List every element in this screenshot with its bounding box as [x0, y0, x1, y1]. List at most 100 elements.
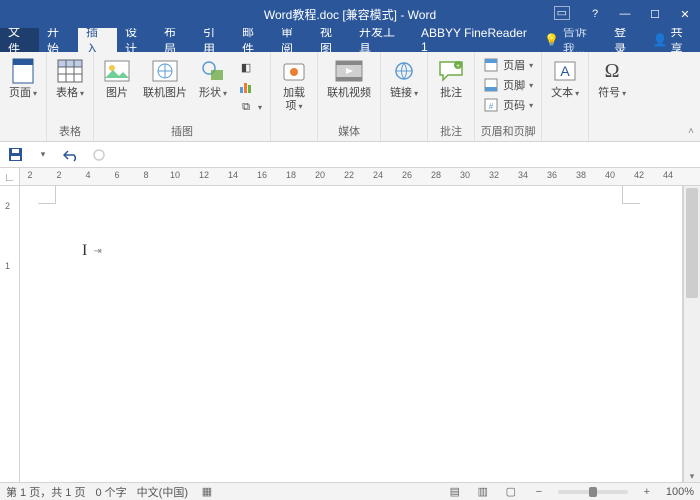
tab-view[interactable]: 视图 [312, 28, 351, 52]
status-words[interactable]: 0 个字 [95, 484, 126, 500]
header-label: 页眉 [503, 57, 525, 73]
ruler-tick: 2 [56, 170, 61, 180]
group-label: 媒体 [322, 122, 376, 141]
ruler-tick: 28 [431, 170, 441, 180]
ruler-tick: 32 [489, 170, 499, 180]
ruler-tick: 2 [27, 170, 32, 180]
zoom-out-button[interactable]: − [530, 486, 548, 498]
undo-button[interactable] [62, 146, 80, 164]
help-icon[interactable]: ? [580, 0, 610, 28]
symbols-button[interactable]: Ω 符号 [593, 54, 631, 100]
group-tables: 表格 表格 [47, 52, 94, 141]
zoom-slider[interactable] [558, 490, 628, 494]
status-macro-icon[interactable]: ▦ [198, 485, 216, 498]
table-button[interactable]: 表格 [51, 54, 89, 100]
link-icon [390, 57, 418, 85]
zoom-knob[interactable] [589, 487, 597, 497]
smartart-button[interactable]: ◧ [234, 58, 266, 76]
tab-mailings[interactable]: 邮件 [234, 28, 273, 52]
online-picture-icon [151, 57, 179, 85]
tell-me[interactable]: 💡告诉我... [544, 28, 606, 52]
scroll-thumb[interactable] [686, 188, 698, 298]
tab-design[interactable]: 设计 [117, 28, 156, 52]
addins-label: 加载 项 [283, 87, 305, 113]
ruler-tick: 8 [143, 170, 148, 180]
page-number-label: 页码 [503, 97, 525, 113]
view-print-icon[interactable]: ▥ [474, 485, 492, 498]
tab-layout[interactable]: 布局 [156, 28, 195, 52]
scrollbar-vertical[interactable]: ▴ ▾ [683, 186, 700, 482]
status-page[interactable]: 第 1 页，共 1 页 [6, 484, 85, 500]
ruler-tick: 24 [373, 170, 383, 180]
chart-button[interactable] [234, 78, 266, 96]
illus-small-stack: ◧ ⧉▾ [234, 54, 266, 116]
links-label: 链接 [390, 87, 418, 100]
page-number-icon: # [483, 97, 499, 113]
pictures-button[interactable]: 图片 [98, 54, 136, 100]
close-button[interactable]: ✕ [670, 0, 700, 28]
tab-references[interactable]: 引用 [195, 28, 234, 52]
title-bar: Word教程.doc [兼容模式] - Word ▭ ? — ☐ ✕ [0, 0, 700, 28]
ruler-tick: 22 [344, 170, 354, 180]
links-button[interactable]: 链接 [385, 54, 423, 100]
ruler-corner: ∟ [0, 168, 20, 185]
zoom-value[interactable]: 100% [666, 486, 694, 498]
page-number-button[interactable]: #页码▾ [479, 96, 537, 114]
view-read-icon[interactable]: ▤ [446, 485, 464, 498]
scroll-down-icon[interactable]: ▾ [684, 471, 700, 482]
ruler-tick: 16 [257, 170, 267, 180]
minimize-button[interactable]: — [610, 0, 640, 28]
video-icon [335, 57, 363, 85]
chart-icon [238, 79, 254, 95]
ruler-horizontal[interactable]: ∟ 22468101214161820222426283032343638404… [0, 168, 700, 186]
document-area: 21 I ⇥ ▴ ▾ [0, 186, 700, 482]
group-label: 批注 [432, 122, 470, 141]
ruler-tick: 34 [518, 170, 528, 180]
ribbon: 页面 表格 表格 图片 联机图片 形状 [0, 52, 700, 142]
ruler-tick: 30 [460, 170, 470, 180]
tab-abbyy[interactable]: ABBYY FineReader 1 [413, 28, 540, 52]
table-label: 表格 [56, 87, 84, 100]
addins-button[interactable]: 加载 项 [275, 54, 313, 113]
zoom-in-button[interactable]: + [638, 486, 656, 498]
header-button[interactable]: 页眉▾ [479, 56, 537, 74]
ruler-tick: 2 [5, 201, 10, 211]
svg-text:#: # [489, 102, 494, 111]
share-icon: 👤 [653, 33, 668, 47]
ruler-tick: 40 [605, 170, 615, 180]
qat-dropdown[interactable]: ▾ [34, 146, 52, 164]
online-pictures-button[interactable]: 联机图片 [138, 54, 192, 100]
group-addins: 加载 项 [271, 52, 318, 141]
group-label: 插图 [98, 122, 266, 141]
shapes-button[interactable]: 形状 [194, 54, 232, 100]
tab-developer[interactable]: 开发工具 [351, 28, 413, 52]
tab-file[interactable]: 文件 [0, 28, 39, 52]
text-button[interactable]: A 文本 [546, 54, 584, 100]
maximize-button[interactable]: ☐ [640, 0, 670, 28]
ruler-tick: 12 [199, 170, 209, 180]
online-video-button[interactable]: 联机视频 [322, 54, 376, 100]
footer-button[interactable]: 页脚▾ [479, 76, 537, 94]
svg-text:+: + [456, 63, 460, 70]
ruler-tick: 42 [634, 170, 644, 180]
status-language[interactable]: 中文(中国) [137, 484, 188, 500]
pages-button[interactable]: 页面 [4, 54, 42, 100]
margin-corner-tl [38, 186, 56, 204]
ruler-vertical[interactable]: 21 [0, 186, 20, 482]
group-media: 联机视频 媒体 [318, 52, 381, 141]
ribbon-display-icon[interactable]: ▭ [554, 6, 570, 20]
tab-review[interactable]: 审阅 [273, 28, 312, 52]
view-web-icon[interactable]: ▢ [502, 485, 520, 498]
screenshot-button[interactable]: ⧉▾ [234, 98, 266, 116]
document-page[interactable]: I ⇥ [20, 186, 683, 482]
group-links: 链接 [381, 52, 428, 141]
ruler-tick: 4 [85, 170, 90, 180]
redo-button[interactable] [90, 146, 108, 164]
collapse-ribbon-icon[interactable]: ˄ [688, 126, 694, 137]
tab-insert[interactable]: 插入 [78, 28, 117, 52]
shapes-icon [199, 57, 227, 85]
tab-home[interactable]: 开始 [39, 28, 78, 52]
comment-button[interactable]: + 批注 [432, 54, 470, 100]
save-button[interactable] [6, 146, 24, 164]
comment-icon: + [437, 57, 465, 85]
